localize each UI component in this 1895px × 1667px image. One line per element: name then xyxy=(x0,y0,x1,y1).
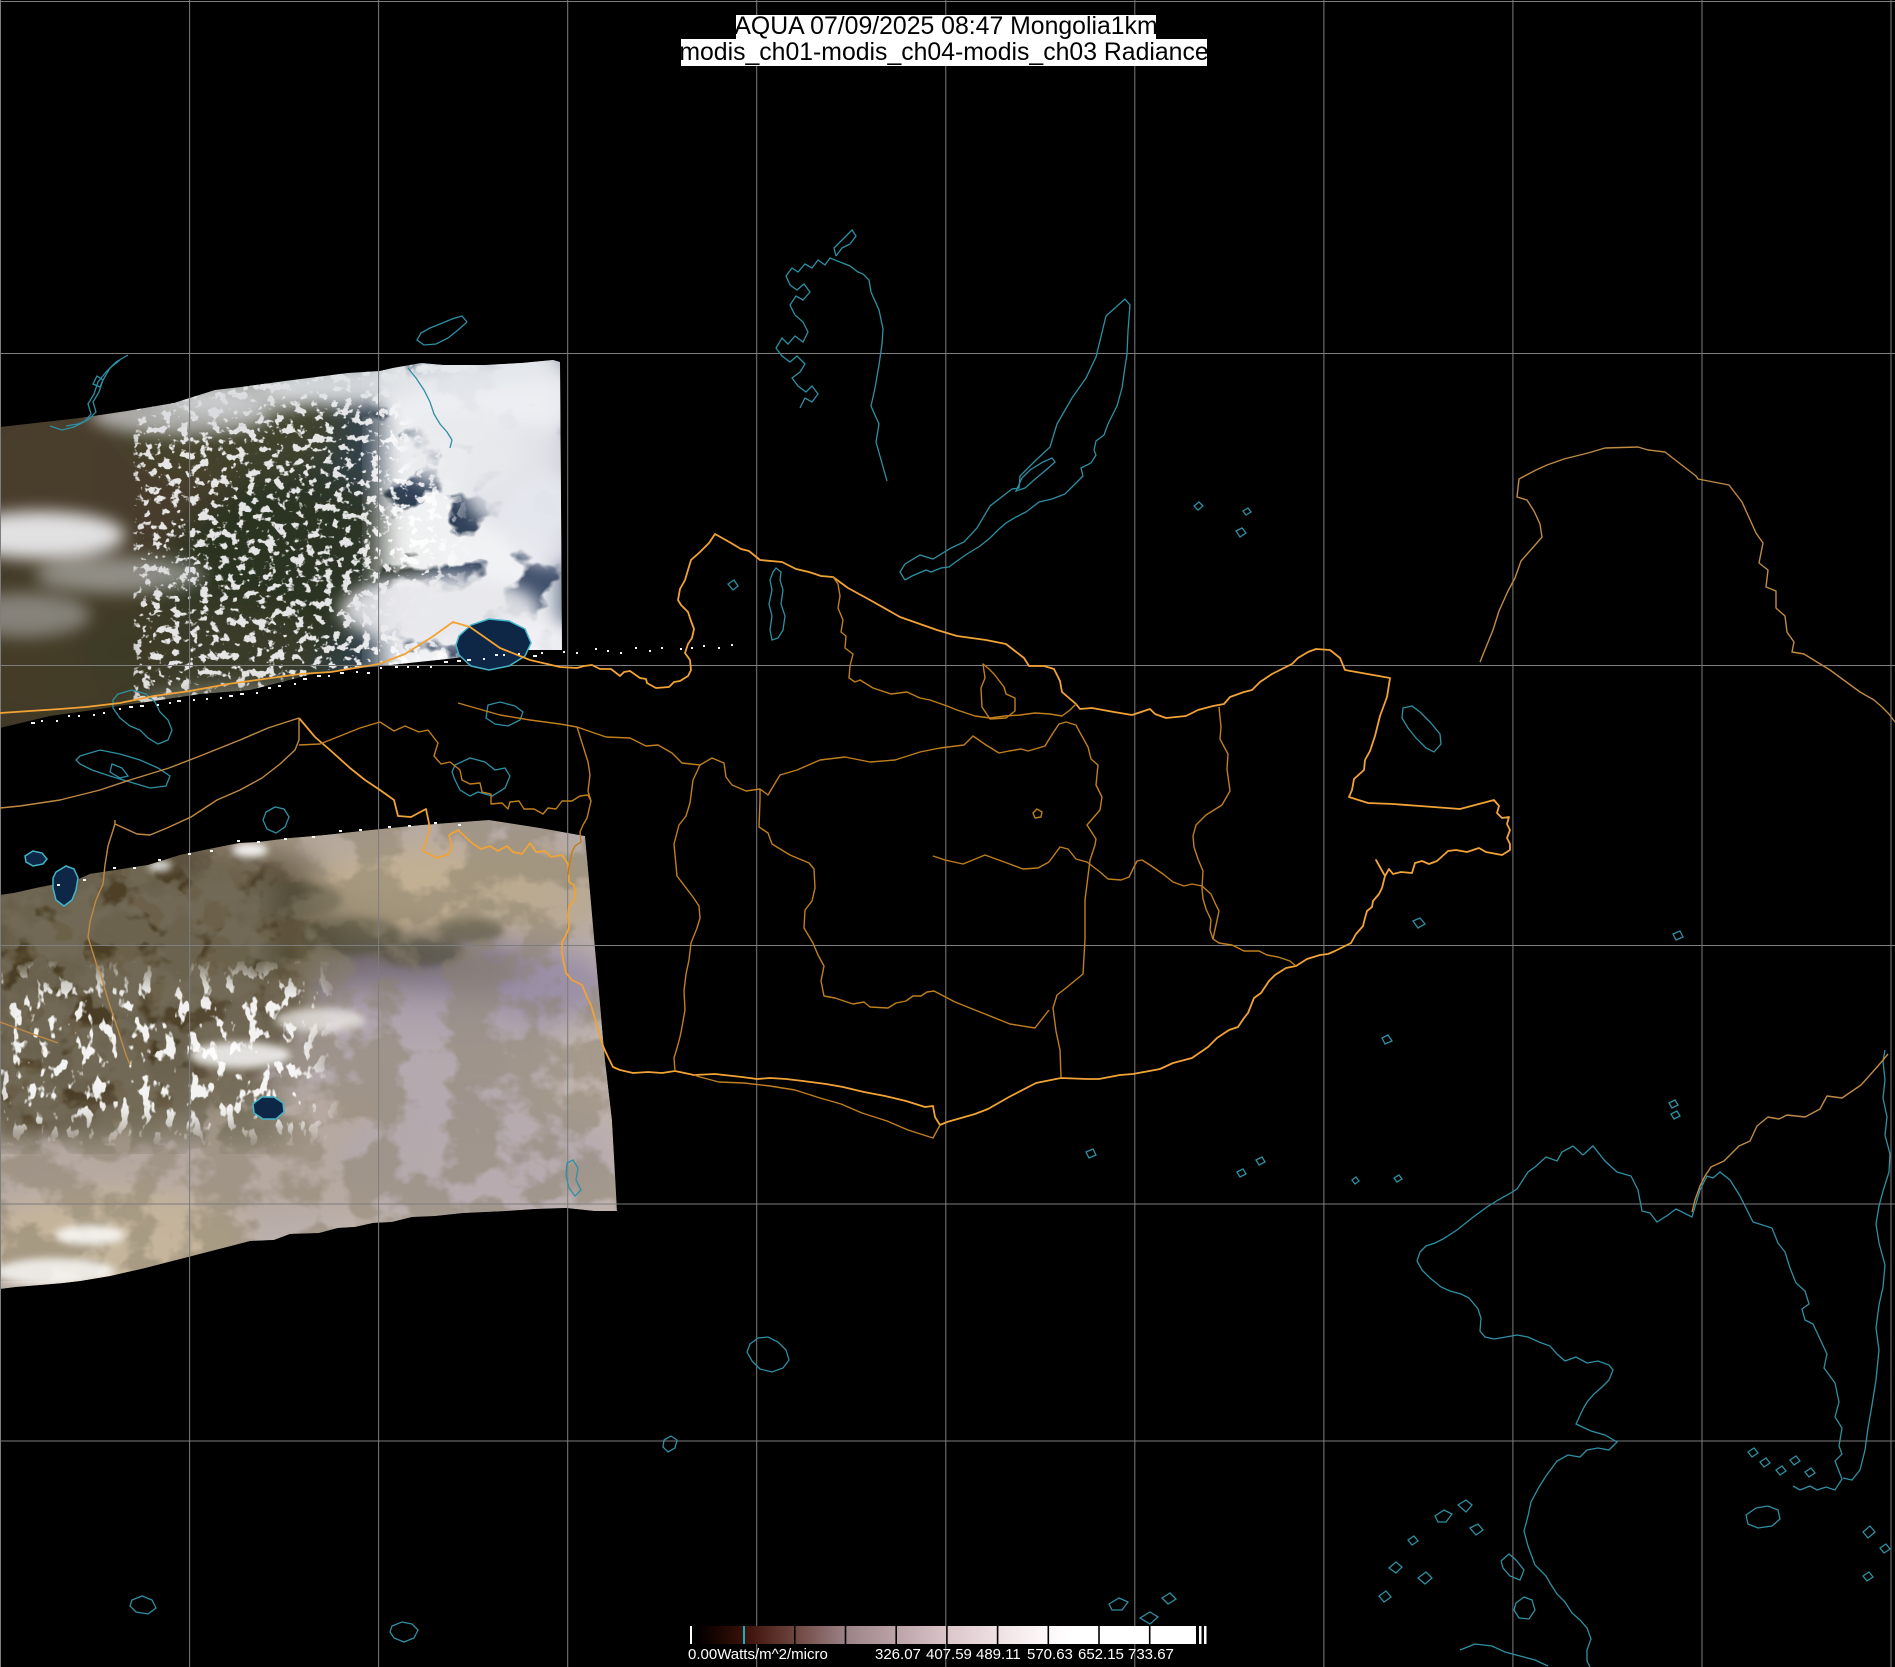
svg-text:0.00Watts/m^2/micro: 0.00Watts/m^2/micro xyxy=(688,1646,828,1663)
svg-text:326.07: 326.07 xyxy=(875,1646,921,1663)
svg-text:489.11: 489.11 xyxy=(976,1646,1021,1663)
svg-text:407.59: 407.59 xyxy=(926,1646,972,1663)
svg-text:570.63: 570.63 xyxy=(1027,1646,1073,1663)
svg-text:AQUA 07/09/2025 08:47 Mongolia: AQUA 07/09/2025 08:47 Mongolia1km xyxy=(734,13,1157,40)
svg-text:652.15: 652.15 xyxy=(1078,1646,1124,1663)
svg-text:modis_ch01-modis_ch04-modis_ch: modis_ch01-modis_ch04-modis_ch03 Radianc… xyxy=(679,39,1208,66)
svg-text:733.67: 733.67 xyxy=(1128,1646,1174,1663)
